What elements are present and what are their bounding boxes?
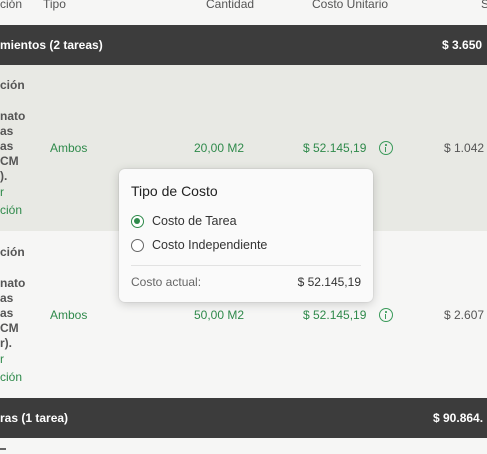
task-description-line: nato (0, 276, 26, 290)
popover-title: Tipo de Costo (131, 183, 218, 199)
info-icon[interactable] (379, 308, 393, 322)
task-link[interactable]: ción (0, 203, 22, 217)
task-link[interactable]: r (0, 185, 4, 199)
group-label: ras (1 tarea) (0, 411, 69, 425)
task-description-line: as (0, 291, 14, 305)
column-header-subtotal: S (481, 0, 487, 11)
task-description-line: CM (0, 154, 19, 168)
group-label: mientos (2 tareas) (0, 38, 103, 52)
task-link[interactable]: r (0, 352, 4, 366)
cost-type-popover: Tipo de Costo Costo de Tarea Costo Indep… (119, 169, 373, 302)
subtotal-value: $ 2.607 (444, 308, 485, 322)
radio-label-costo-independiente[interactable]: Costo Independiente (152, 238, 267, 252)
task-description-line: CM (0, 321, 19, 335)
task-link[interactable]: ción (0, 370, 22, 384)
group-total: $ 90.864. (433, 411, 484, 425)
column-header-tipo: Tipo (43, 0, 66, 11)
task-description-line: as (0, 306, 14, 320)
task-description-line: as (0, 139, 14, 153)
tipo-value: Ambos (50, 308, 88, 322)
partial-text (0, 448, 6, 450)
cantidad-value: 50,00 M2 (194, 308, 245, 322)
group-header-row[interactable]: mientos (2 tareas) $ 3.650 (0, 25, 487, 65)
task-description-line: as (0, 124, 14, 138)
task-description-line: ). (0, 169, 8, 183)
radio-label-costo-de-tarea[interactable]: Costo de Tarea (152, 214, 237, 228)
task-description-line: nato (0, 109, 26, 123)
tipo-value: Ambos (50, 141, 88, 155)
radio-costo-de-tarea[interactable] (131, 215, 144, 228)
task-title: ción (0, 78, 25, 92)
group-header-row[interactable]: ras (1 tarea) $ 90.864. (0, 398, 487, 438)
current-cost-value: $ 52.145,19 (297, 275, 361, 289)
subtotal-value: $ 1.042 (444, 141, 485, 155)
column-header-cantidad: Cantidad (206, 0, 255, 11)
column-header-costo-unitario: Costo Unitario (312, 0, 389, 11)
cantidad-value: 20,00 M2 (194, 141, 245, 155)
divider (131, 265, 361, 266)
costo-unitario-value[interactable]: $ 52.145,19 (303, 308, 366, 322)
group-total: $ 3.650 (442, 38, 483, 52)
task-description-line: r). (0, 336, 12, 350)
column-header-descripcion: ción (0, 0, 23, 11)
radio-costo-independiente[interactable] (131, 239, 144, 252)
task-title: ción (0, 245, 25, 259)
table-row[interactable] (0, 438, 487, 454)
info-icon[interactable] (379, 141, 393, 155)
current-cost-label: Costo actual: (131, 275, 202, 289)
costo-unitario-value[interactable]: $ 52.145,19 (303, 141, 366, 155)
